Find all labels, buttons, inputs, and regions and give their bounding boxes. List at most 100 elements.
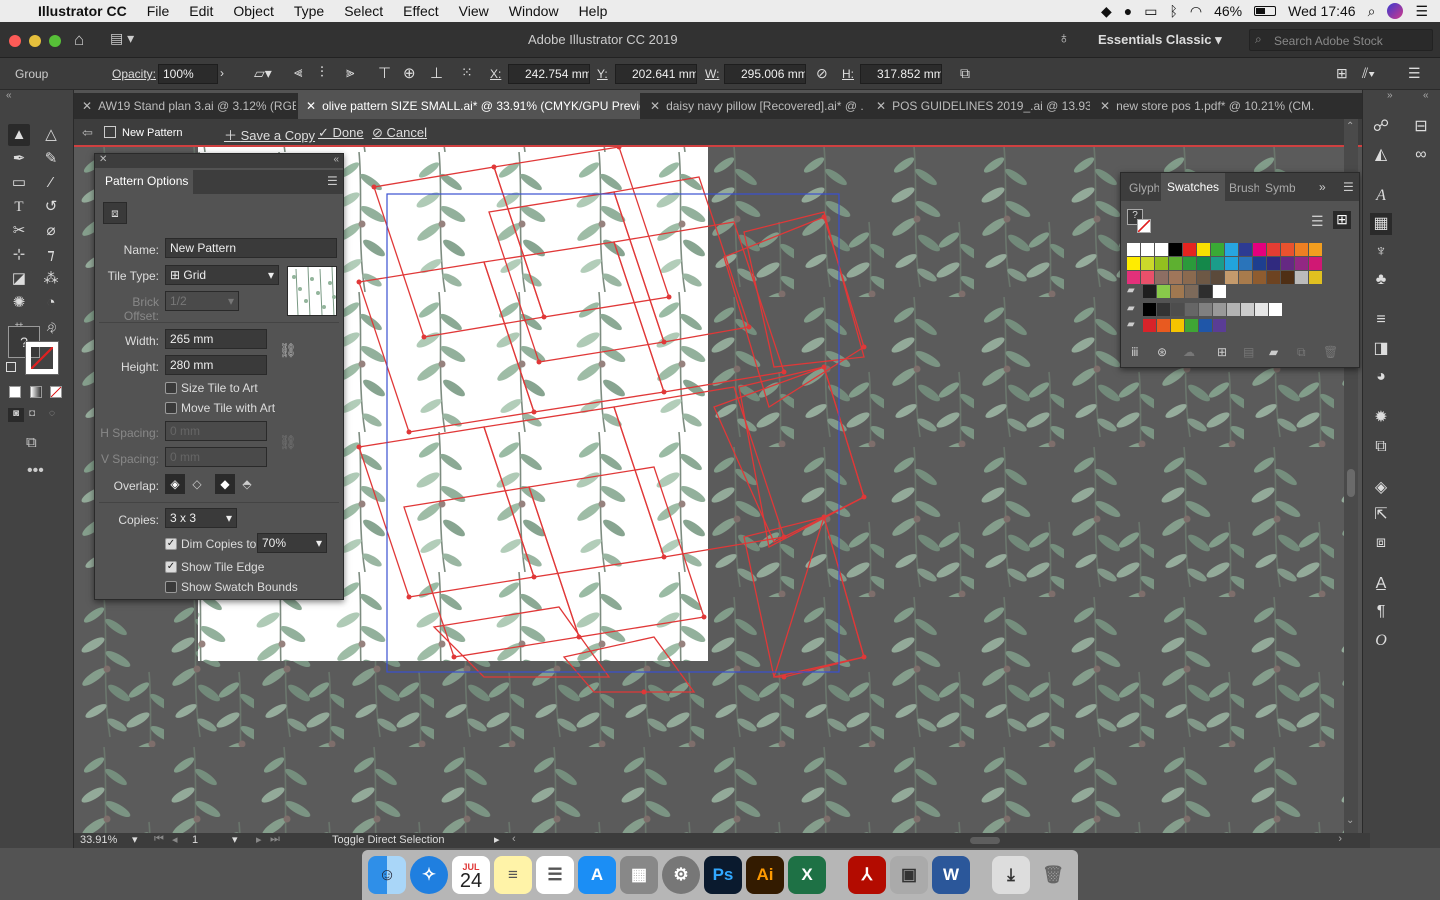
align-top-icon[interactable]: ⊤: [378, 64, 391, 82]
document-tab[interactable]: ✕POS GUIDELINES 2019_.ai @ 13.93% ...: [868, 93, 1090, 119]
color-swatch[interactable]: [1267, 243, 1280, 256]
color-swatch[interactable]: [1255, 303, 1268, 316]
color-swatch[interactable]: [1169, 257, 1182, 270]
overlap-top-in-front-button[interactable]: ◆: [215, 474, 235, 494]
airplay-icon[interactable]: ▭: [1144, 3, 1157, 20]
acrobat-icon[interactable]: ⅄: [848, 856, 886, 894]
warp-tool-icon[interactable]: ⌀: [40, 220, 62, 242]
collapse-dock-icon[interactable]: »: [1387, 90, 1393, 101]
color-swatch[interactable]: [1183, 257, 1196, 270]
tab-swatches[interactable]: Swatches: [1161, 173, 1225, 201]
siri-icon[interactable]: [1387, 3, 1404, 19]
creative-cloud-icon[interactable]: ●: [1124, 3, 1132, 19]
tab-glyphs[interactable]: Glyph: [1129, 181, 1159, 195]
opacity-arrow-icon[interactable]: ›: [220, 66, 224, 80]
color-swatch[interactable]: [1171, 319, 1184, 332]
folder-icon[interactable]: ▰: [1127, 303, 1140, 316]
color-swatch[interactable]: [1295, 243, 1308, 256]
type-tool-icon[interactable]: T: [8, 196, 30, 218]
collapse-panel-icon[interactable]: «: [333, 154, 339, 165]
width-input[interactable]: 265 mm: [165, 329, 267, 349]
color-swatch[interactable]: [1213, 285, 1226, 298]
direct-selection-tool-icon[interactable]: △: [40, 124, 62, 146]
workspace-switcher[interactable]: Essentials Classic ▾: [1098, 32, 1222, 48]
overlap-left-in-front-button[interactable]: ◈: [165, 474, 185, 494]
color-swatch[interactable]: [1211, 243, 1224, 256]
color-swatch[interactable]: [1143, 285, 1156, 298]
color-swatch[interactable]: [1155, 257, 1168, 270]
color-swatch[interactable]: [1185, 303, 1198, 316]
app-menu[interactable]: Illustrator CC: [28, 3, 137, 19]
eyedropper-tool-icon[interactable]: ⁊: [40, 244, 62, 266]
paragraph-styles-icon[interactable]: A̲: [1370, 573, 1392, 595]
opacity-label[interactable]: Opacity:: [112, 67, 156, 81]
tile-type-select[interactable]: ⊞ Grid ▾: [165, 265, 279, 285]
color-swatch[interactable]: [1155, 271, 1168, 284]
color-swatch[interactable]: [1127, 243, 1140, 256]
color-swatch[interactable]: [1281, 243, 1294, 256]
color-swatch[interactable]: [1157, 285, 1170, 298]
trash-icon[interactable]: 🗑: [1034, 856, 1072, 894]
recolor-icon[interactable]: ▱▾: [254, 65, 272, 82]
next-artboard-icon[interactable]: ▸: [256, 833, 262, 846]
color-swatch[interactable]: [1141, 243, 1154, 256]
gradient-mode-icon[interactable]: [30, 386, 42, 398]
close-tab-icon[interactable]: ✕: [298, 99, 322, 113]
color-swatch[interactable]: [1141, 271, 1154, 284]
notes-icon[interactable]: ≡: [494, 856, 532, 894]
distribute-icon[interactable]: ⫽▾: [1362, 65, 1375, 82]
artboard-number[interactable]: 1: [192, 834, 198, 846]
swap-fill-stroke-icon[interactable]: ⤸: [50, 322, 57, 335]
color-swatch[interactable]: [1267, 257, 1280, 270]
draw-behind-icon[interactable]: ◘: [29, 408, 43, 422]
transparency-icon[interactable]: ◕: [1370, 366, 1392, 388]
control-menu-icon[interactable]: ☰: [1408, 65, 1421, 82]
calculator-icon[interactable]: ▦: [620, 856, 658, 894]
color-swatch[interactable]: [1197, 257, 1210, 270]
stock-search-input[interactable]: ⌕ Search Adobe Stock: [1249, 29, 1433, 51]
scroll-up-icon[interactable]: ⌃: [1346, 121, 1354, 132]
tab-brushes[interactable]: Brush: [1229, 181, 1259, 195]
opacity-field[interactable]: 100%: [158, 64, 218, 84]
notification-center-icon[interactable]: ☰: [1415, 3, 1428, 20]
swatches-panel-icon[interactable]: ▦: [1370, 213, 1392, 235]
arrange-documents-icon[interactable]: ▤ ▾: [110, 30, 138, 46]
color-swatch[interactable]: [1225, 257, 1238, 270]
close-tab-icon[interactable]: ✕: [642, 99, 666, 113]
paragraph-icon[interactable]: ¶: [1370, 601, 1392, 623]
align-left-icon[interactable]: ⫷: [294, 64, 302, 81]
zoom-level[interactable]: 33.91%: [80, 834, 117, 846]
dim-value-input[interactable]: 70% ▾: [257, 533, 327, 553]
show-kinds-icon[interactable]: ⊛: [1157, 345, 1167, 359]
word-icon[interactable]: W: [932, 856, 970, 894]
size-tile-checkbox[interactable]: [165, 382, 177, 394]
libraries-icon[interactable]: ⊟: [1410, 116, 1432, 138]
menu-object[interactable]: Object: [223, 3, 283, 19]
excel-icon[interactable]: X: [788, 856, 826, 894]
color-swatch[interactable]: [1213, 303, 1226, 316]
swatch-grid[interactable]: ▰ ▰ ▰: [1127, 243, 1355, 335]
menu-type[interactable]: Type: [284, 3, 334, 19]
asset-export-icon[interactable]: ⧈: [1370, 532, 1392, 554]
calendar-icon[interactable]: JUL 24: [452, 856, 490, 894]
folder-icon[interactable]: ▰: [1127, 285, 1140, 298]
save-copy-button[interactable]: ＋ Save a Copy: [224, 125, 315, 144]
zoom-dropdown-icon[interactable]: ▾: [132, 833, 138, 846]
curvature-tool-icon[interactable]: ✎: [40, 148, 62, 170]
menu-effect[interactable]: Effect: [393, 3, 449, 19]
folder-icon[interactable]: ▰: [1127, 319, 1140, 332]
more-tabs-icon[interactable]: »: [1319, 180, 1326, 194]
paintbrush-tool-icon[interactable]: ⁄: [40, 172, 62, 194]
color-swatch[interactable]: [1213, 319, 1226, 332]
document-tab[interactable]: ✕ daisy navy pillow [Recovered].ai* @ ...: [642, 93, 864, 119]
color-swatch[interactable]: [1309, 243, 1322, 256]
color-swatch[interactable]: [1185, 285, 1198, 298]
color-swatch[interactable]: [1183, 243, 1196, 256]
character-icon[interactable]: A: [1370, 185, 1392, 207]
panel-tab[interactable]: Pattern Options: [99, 170, 193, 194]
h-field[interactable]: 317.852 mm: [860, 64, 942, 84]
document-tab[interactable]: ✕ AW19 Stand plan 3.ai @ 3.12% (RGB...: [74, 93, 296, 119]
scroll-down-icon[interactable]: ⌄: [1346, 815, 1354, 826]
color-swatch[interactable]: [1225, 271, 1238, 284]
preview-icon[interactable]: ▣: [890, 856, 928, 894]
